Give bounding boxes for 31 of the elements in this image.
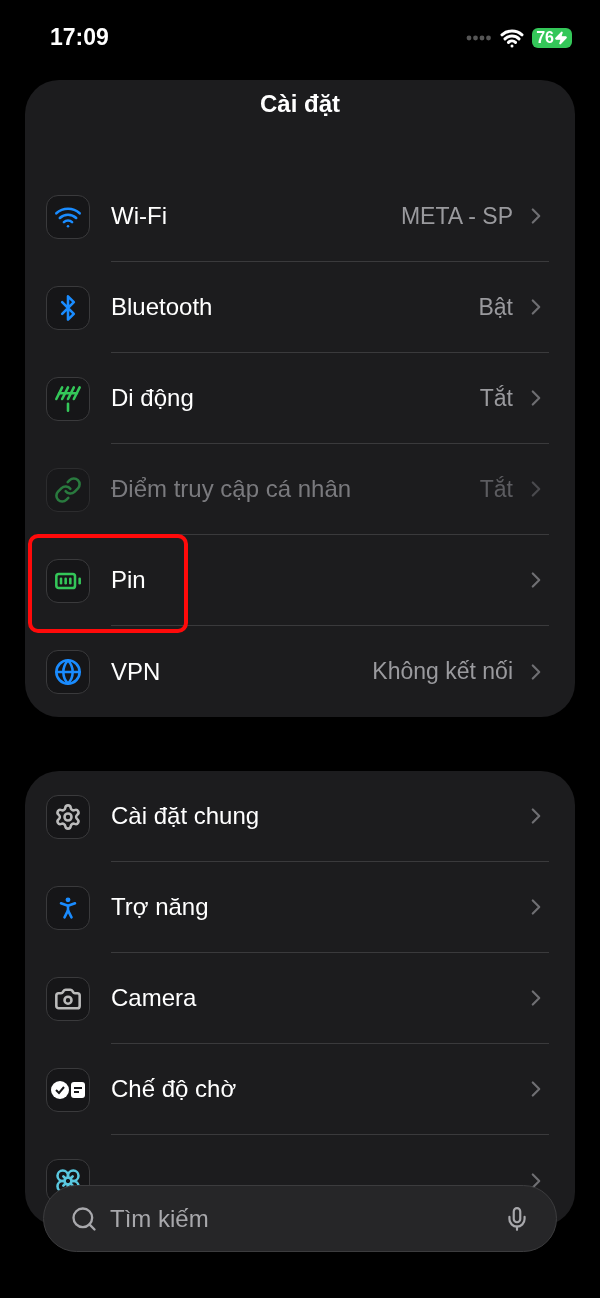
accessibility-icon	[46, 885, 90, 930]
globe-icon	[46, 649, 90, 694]
setting-label[interactable]: Bluetooth	[111, 293, 479, 321]
setting-label[interactable]: Chế độ chờ	[111, 1075, 523, 1103]
camera-icon	[46, 976, 90, 1021]
setting-value: Tắt	[479, 475, 513, 503]
setting-label[interactable]: Cài đặt chung	[111, 802, 523, 830]
wifi-icon	[46, 194, 90, 239]
search-icon	[70, 1204, 98, 1233]
setting-label[interactable]: Trợ năng	[111, 893, 523, 921]
antenna-icon	[46, 376, 90, 421]
setting-label[interactable]: VPN	[111, 657, 373, 686]
link-icon	[46, 467, 90, 512]
setting-value: Không kết nối	[372, 658, 513, 685]
setting-label[interactable]: Wi-Fi	[111, 202, 401, 230]
signal-icon	[466, 35, 493, 41]
setting-label[interactable]: Di động	[111, 384, 480, 412]
battery-badge: 76	[532, 28, 572, 48]
setting-label[interactable]: Camera	[111, 984, 523, 1012]
setting-value: META - SP	[400, 202, 513, 230]
setting-value: Tắt	[479, 384, 513, 412]
settings-icon	[46, 794, 90, 839]
battery-icon	[46, 558, 90, 603]
search-field[interactable]: Tìm kiếm	[108, 1203, 494, 1234]
setting-value: Bật	[478, 293, 513, 321]
page-title: Cài đặt	[260, 90, 340, 118]
bluetooth-icon	[46, 285, 90, 330]
standby-icon	[46, 1067, 90, 1112]
search-bar[interactable]: Tìm kiếm	[43, 1185, 557, 1252]
setting-label[interactable]: Pin	[111, 566, 523, 594]
status-time: 17:09	[50, 24, 109, 51]
